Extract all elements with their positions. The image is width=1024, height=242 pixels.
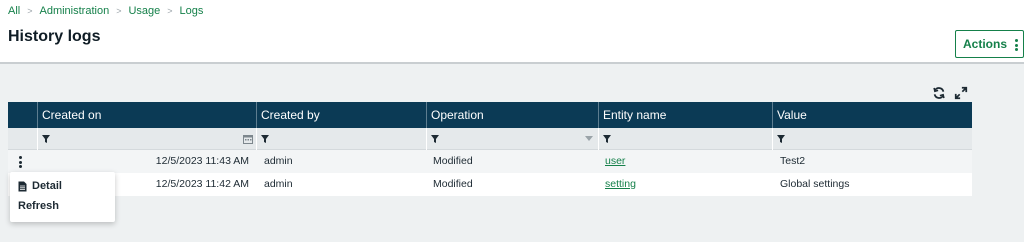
calendar-icon[interactable] — [243, 134, 253, 144]
cell-created-by: admin — [264, 178, 293, 190]
breadcrumb-usage[interactable]: Usage — [128, 5, 160, 17]
table-row[interactable]: 12/5/2023 11:42 AM admin Modified settin… — [8, 173, 972, 196]
breadcrumb-separator: > — [27, 6, 33, 16]
actions-button[interactable]: Actions — [955, 30, 1024, 58]
refresh-icon[interactable] — [932, 86, 946, 100]
filter-created-by[interactable] — [256, 128, 426, 150]
filter-icon — [603, 135, 611, 143]
entity-link[interactable]: user — [605, 155, 625, 167]
cell-created-by: admin — [264, 155, 293, 167]
column-header-operation[interactable]: Operation — [426, 102, 598, 128]
breadcrumb-all[interactable]: All — [8, 5, 20, 17]
entity-link[interactable]: setting — [605, 178, 636, 190]
actions-button-label: Actions — [963, 37, 1008, 51]
top-bar: All > Administration > Usage > Logs Hist… — [0, 0, 1024, 64]
page-title: History logs — [8, 28, 101, 45]
expand-icon[interactable] — [954, 86, 968, 100]
menu-item-label: Detail — [32, 180, 62, 192]
column-header-created-by[interactable]: Created by — [256, 102, 426, 128]
cell-value: Global settings — [780, 178, 850, 190]
more-vertical-icon — [1015, 39, 1018, 51]
cell-entity-name: user — [601, 150, 772, 173]
cell-operation: Modified — [433, 178, 473, 190]
row-menu-icon[interactable] — [19, 156, 22, 168]
filter-operation[interactable] — [426, 128, 598, 150]
breadcrumb-logs[interactable]: Logs — [180, 5, 204, 17]
filter-icon — [261, 135, 269, 143]
chevron-down-icon[interactable] — [585, 136, 593, 142]
filter-created-on[interactable] — [37, 128, 256, 150]
filter-icon — [431, 135, 439, 143]
breadcrumb: All > Administration > Usage > Logs — [8, 4, 203, 18]
column-header-value[interactable]: Value — [772, 102, 972, 128]
filter-entity-name[interactable] — [598, 128, 772, 150]
table-header: Created on Created by Operation Entity n… — [8, 102, 972, 128]
cell-operation: Modified — [433, 155, 473, 167]
table-row[interactable]: 12/5/2023 11:43 AM admin Modified user T… — [8, 150, 972, 173]
filter-icon — [777, 135, 785, 143]
menu-item-detail[interactable]: Detail — [18, 178, 62, 194]
filter-icon — [42, 135, 50, 143]
menu-item-label: Refresh — [18, 200, 59, 212]
filter-row — [8, 128, 972, 150]
header-selector-column — [8, 102, 37, 128]
cell-value: Test2 — [780, 155, 806, 167]
document-icon — [18, 181, 27, 191]
breadcrumb-separator: > — [116, 6, 122, 16]
column-header-created-on[interactable]: Created on — [37, 102, 256, 128]
breadcrumb-administration[interactable]: Administration — [40, 5, 110, 17]
cell-entity-name: setting — [601, 173, 772, 196]
menu-item-refresh[interactable]: Refresh — [18, 198, 59, 214]
row-context-menu: Detail Refresh — [10, 172, 115, 222]
filter-value[interactable] — [772, 128, 972, 150]
breadcrumb-separator: > — [167, 6, 173, 16]
column-header-entity-name[interactable]: Entity name — [598, 102, 772, 128]
cell-created-on: 12/5/2023 11:43 AM — [155, 155, 249, 167]
